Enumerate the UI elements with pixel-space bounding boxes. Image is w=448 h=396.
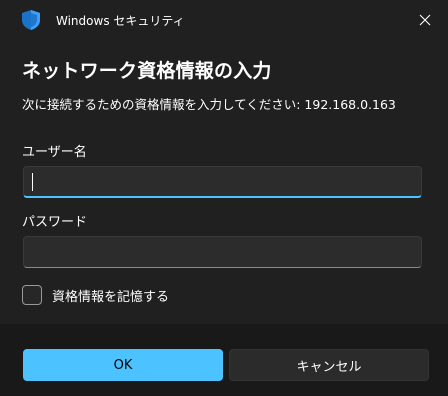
- text-caret: [32, 173, 33, 191]
- password-label: パスワード: [22, 215, 88, 230]
- close-icon: [419, 14, 431, 26]
- remember-credentials-label: 資格情報を記憶する: [52, 289, 170, 305]
- window-title: Windows セキュリティ: [56, 14, 185, 28]
- cancel-button[interactable]: キャンセル: [229, 349, 429, 381]
- dialog-heading: ネットワーク資格情報の入力: [22, 60, 272, 82]
- password-input[interactable]: [23, 236, 422, 268]
- username-label: ユーザー名: [22, 145, 87, 160]
- dialog-description: 次に接続するための資格情報を入力してください: 192.168.0.163: [22, 97, 396, 112]
- username-input[interactable]: [23, 166, 422, 198]
- ok-button[interactable]: OK: [23, 349, 223, 381]
- remember-credentials-checkbox[interactable]: [22, 285, 42, 305]
- close-button[interactable]: [402, 0, 448, 40]
- title-bar: Windows セキュリティ: [0, 0, 448, 40]
- shield-icon: [22, 10, 40, 30]
- remember-credentials-row[interactable]: 資格情報を記憶する: [22, 285, 169, 305]
